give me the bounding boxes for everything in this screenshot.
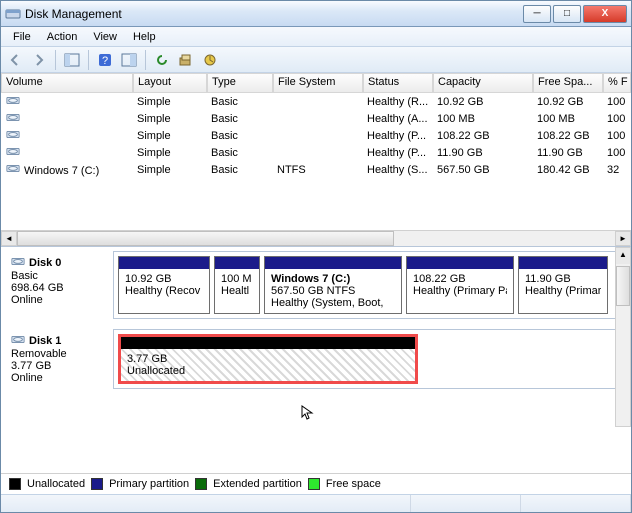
disk-volumes: 10.92 GBHealthy (Recov100 MHealtlWindows…	[113, 251, 627, 319]
scroll-up-button[interactable]: ▲	[616, 248, 630, 264]
menu-action[interactable]: Action	[39, 29, 86, 45]
partition[interactable]: 10.92 GBHealthy (Recov	[118, 256, 210, 314]
legend: Unallocated Primary partition Extended p…	[1, 473, 631, 494]
minimize-button[interactable]: ─	[523, 5, 551, 23]
menu-help[interactable]: Help	[125, 29, 164, 45]
window-title: Disk Management	[25, 7, 523, 21]
close-button[interactable]: X	[583, 5, 627, 23]
table-row[interactable]: SimpleBasicHealthy (P...108.22 GB108.22 …	[1, 127, 631, 144]
legend-extended-swatch	[195, 478, 207, 490]
back-button[interactable]	[5, 50, 25, 70]
scroll-right-button[interactable]: ►	[615, 231, 631, 246]
col-volume[interactable]: Volume	[1, 73, 133, 93]
col-percent[interactable]: % F	[603, 73, 631, 93]
disk-icon	[11, 255, 25, 270]
legend-primary-swatch	[91, 478, 103, 490]
horizontal-scrollbar[interactable]: ◄ ►	[1, 230, 631, 246]
partition[interactable]: Windows 7 (C:)567.50 GB NTFSHealthy (Sys…	[264, 256, 402, 314]
disk-icon	[11, 333, 25, 348]
volume-list: Volume Layout Type File System Status Ca…	[1, 73, 631, 247]
col-free[interactable]: Free Spa...	[533, 73, 603, 93]
volume-icon	[5, 94, 21, 109]
toolbar: ?	[1, 47, 631, 73]
settings-button[interactable]	[119, 50, 139, 70]
disk-label[interactable]: Disk 1Removable3.77 GBOnline	[5, 329, 107, 389]
col-filesystem[interactable]: File System	[273, 73, 363, 93]
volume-icon	[5, 145, 21, 160]
table-row[interactable]: SimpleBasicHealthy (A...100 MB100 MB100	[1, 110, 631, 127]
column-headers[interactable]: Volume Layout Type File System Status Ca…	[1, 73, 631, 93]
cursor-icon	[301, 405, 317, 421]
volume-icon	[5, 162, 21, 177]
svg-text:?: ?	[102, 55, 108, 67]
title-bar: Disk Management ─ □ X	[1, 1, 631, 27]
col-status[interactable]: Status	[363, 73, 433, 93]
menu-bar: File Action View Help	[1, 27, 631, 47]
legend-extended: Extended partition	[213, 478, 302, 490]
legend-unallocated: Unallocated	[27, 478, 85, 490]
legend-free: Free space	[326, 478, 381, 490]
legend-primary: Primary partition	[109, 478, 189, 490]
col-type[interactable]: Type	[207, 73, 273, 93]
volume-icon	[5, 111, 21, 126]
disk-pane: Disk 0Basic698.64 GBOnline10.92 GBHealth…	[5, 251, 627, 319]
partition[interactable]: 108.22 GBHealthy (Primary Pa	[406, 256, 514, 314]
disk-volumes: 3.77 GBUnallocated	[113, 329, 627, 389]
refresh-button[interactable]	[152, 50, 172, 70]
forward-button[interactable]	[29, 50, 49, 70]
vertical-scrollbar[interactable]: ▲	[615, 247, 631, 427]
col-capacity[interactable]: Capacity	[433, 73, 533, 93]
show-hide-tree-button[interactable]	[62, 50, 82, 70]
legend-unallocated-swatch	[9, 478, 21, 490]
help-button[interactable]: ?	[95, 50, 115, 70]
partition[interactable]: 11.90 GBHealthy (Primar	[518, 256, 608, 314]
disk-pane: Disk 1Removable3.77 GBOnline3.77 GBUnall…	[5, 329, 627, 389]
col-layout[interactable]: Layout	[133, 73, 207, 93]
table-row[interactable]: SimpleBasicHealthy (R...10.92 GB10.92 GB…	[1, 93, 631, 110]
scroll-left-button[interactable]: ◄	[1, 231, 17, 246]
menu-file[interactable]: File	[5, 29, 39, 45]
legend-free-swatch	[308, 478, 320, 490]
scroll-thumb[interactable]	[17, 231, 394, 246]
table-row[interactable]: SimpleBasicHealthy (P...11.90 GB11.90 GB…	[1, 144, 631, 161]
disk-label[interactable]: Disk 0Basic698.64 GBOnline	[5, 251, 107, 319]
disk-graphical-view: Disk 0Basic698.64 GBOnline10.92 GBHealth…	[1, 247, 631, 473]
app-icon	[5, 6, 21, 22]
volume-icon	[5, 128, 21, 143]
partition[interactable]: 100 MHealtl	[214, 256, 260, 314]
rescan-button[interactable]	[176, 50, 196, 70]
scroll-thumb-v[interactable]	[616, 266, 630, 306]
status-bar	[1, 494, 631, 512]
maximize-button[interactable]: □	[553, 5, 581, 23]
menu-view[interactable]: View	[85, 29, 125, 45]
action-button[interactable]	[200, 50, 220, 70]
table-row[interactable]: Windows 7 (C:)SimpleBasicNTFSHealthy (S.…	[1, 161, 631, 178]
partition[interactable]: 3.77 GBUnallocated	[118, 334, 418, 384]
